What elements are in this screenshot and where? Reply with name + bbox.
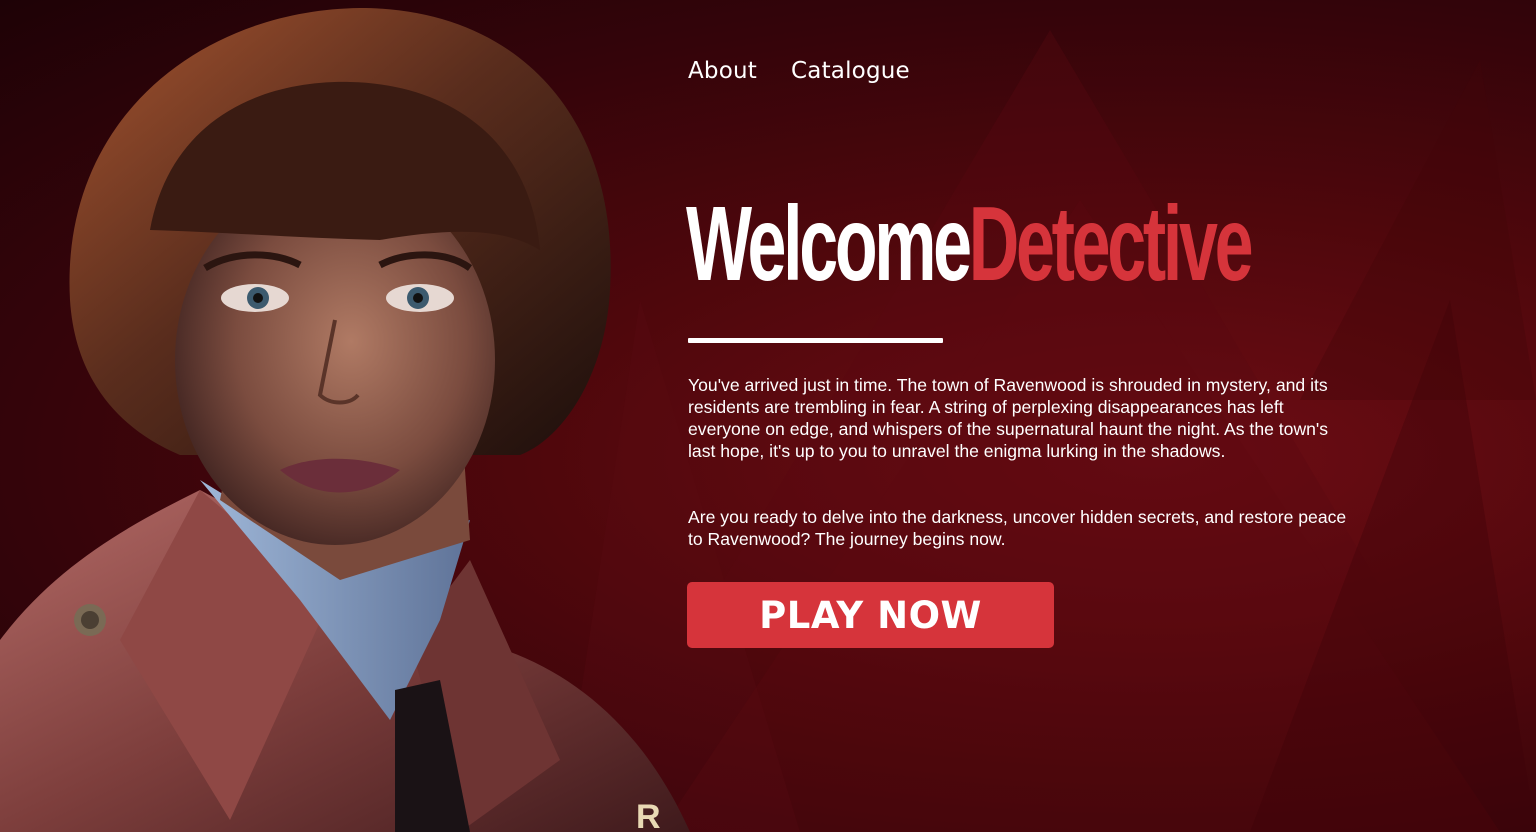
hero-title-welcome: Welcome [686, 185, 972, 303]
play-now-button[interactable]: PLAY NOW [687, 582, 1054, 648]
coat-lettering: R [636, 798, 661, 832]
intro-paragraph-1: You've arrived just in time. The town of… [688, 375, 1329, 461]
nav-link-catalogue[interactable]: Catalogue [791, 58, 910, 84]
detective-portrait: R [0, 0, 690, 832]
landing-page: R About Catalogue WelcomeDetective You'v… [0, 0, 1536, 832]
nav-link-about[interactable]: About [688, 58, 757, 84]
hero-title-detective: Detective [968, 185, 1254, 303]
hero-title: WelcomeDetective [686, 185, 1254, 303]
intro-paragraph-2: Are you ready to delve into the darkness… [688, 507, 1347, 549]
detective-portrait-image [0, 8, 690, 832]
title-divider [688, 338, 943, 343]
top-nav: About Catalogue [688, 58, 910, 84]
